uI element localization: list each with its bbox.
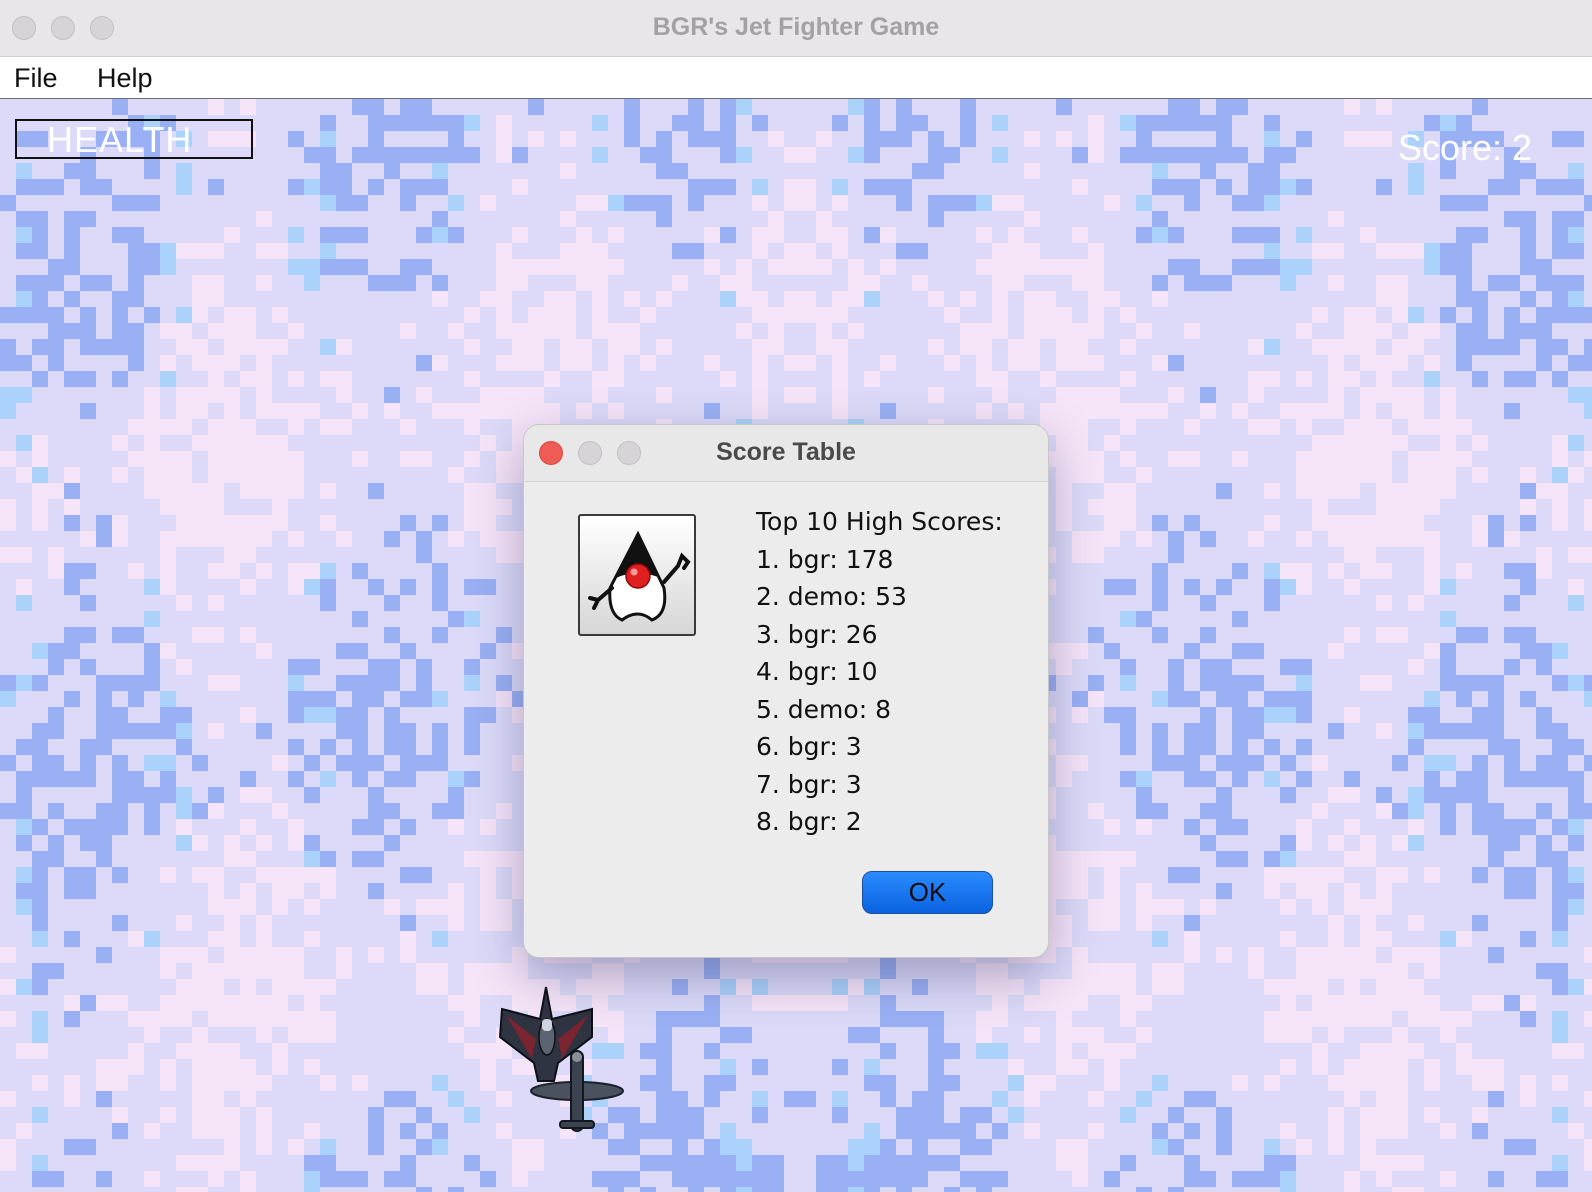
window-title: BGR's Jet Fighter Game (652, 13, 940, 41)
duke-mascot-icon (578, 514, 696, 636)
score-display: Score: 2 (1397, 127, 1532, 168)
health-bar: HEALTH (15, 119, 253, 160)
game-canvas[interactable]: HEALTH Score: 2 Score Table Top 10 High … (0, 99, 1592, 1192)
jet-fighter-sprite (498, 986, 624, 1132)
menu-file[interactable]: File (14, 63, 58, 94)
high-score-heading: Top 10 High Scores: (756, 507, 1003, 536)
score-table-dialog: Score Table Top 10 High Scores: 1. bgr: … (523, 424, 1049, 958)
score-entry: 6. bgr: 3 (756, 732, 862, 761)
dialog-title: Score Table (716, 438, 856, 466)
menu-bar: File Help (0, 57, 1592, 100)
score-entry: 2. demo: 53 (756, 582, 907, 611)
score-entry: 4. bgr: 10 (756, 657, 878, 686)
high-score-list: Top 10 High Scores: 1. bgr: 178 2. demo:… (756, 503, 1003, 841)
ok-button[interactable]: OK (862, 871, 993, 914)
menu-help[interactable]: Help (97, 63, 153, 94)
score-entry: 3. bgr: 26 (756, 619, 878, 649)
score-entry: 5. demo: 8 (756, 694, 891, 724)
dialog-titlebar: Score Table (524, 425, 1048, 482)
score-entry: 1. bgr: 178 (756, 544, 894, 574)
health-label: HEALTH (47, 119, 193, 160)
score-entry: 8. bgr: 2 (756, 807, 862, 836)
window-titlebar: BGR's Jet Fighter Game (0, 0, 1592, 57)
score-entry: 7. bgr: 3 (756, 769, 862, 799)
